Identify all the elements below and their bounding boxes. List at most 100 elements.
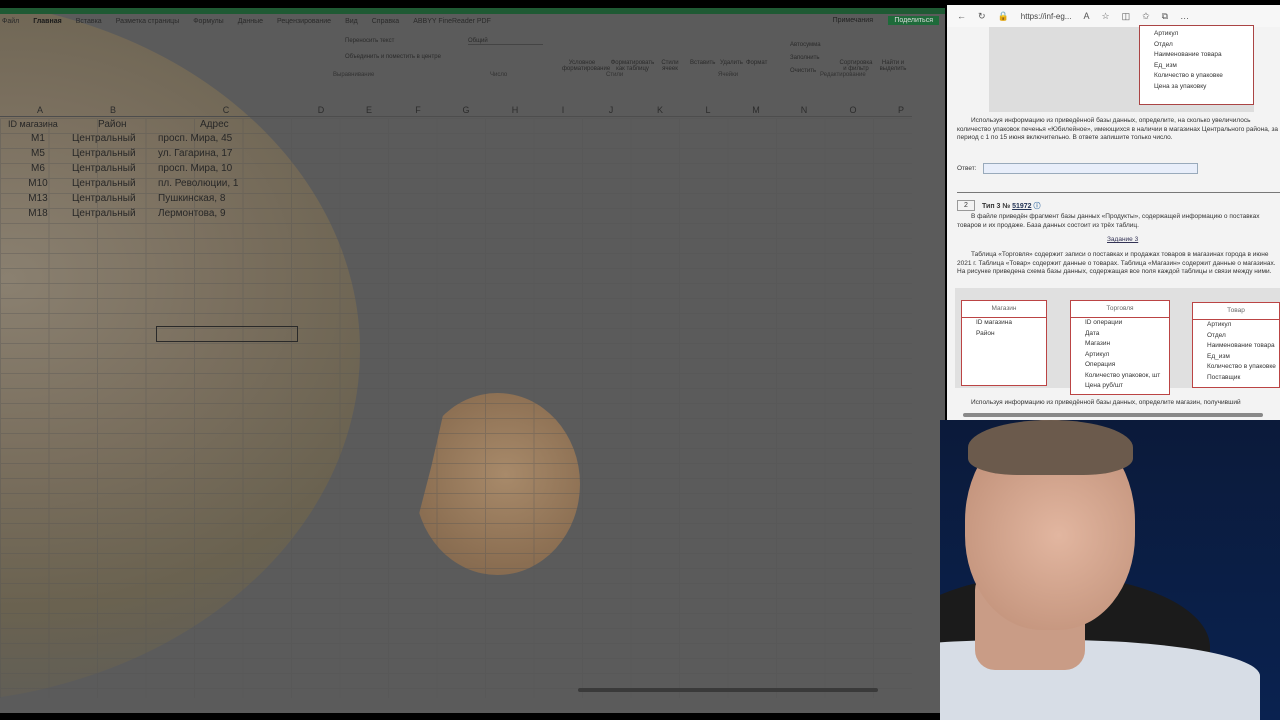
- more-icon[interactable]: …: [1180, 11, 1189, 21]
- table-cell: M5: [31, 148, 45, 159]
- answer-input[interactable]: [983, 163, 1198, 174]
- webcam-overlay: [940, 420, 1280, 720]
- schema-table: Торговля ID операции Дата Магазин Артикул Опе…: [1070, 300, 1170, 395]
- read-aloud-icon[interactable]: A: [1083, 11, 1089, 21]
- table-cell: Центральный: [72, 163, 136, 174]
- cell-grid[interactable]: [0, 118, 912, 698]
- table-cell: Центральный: [72, 193, 136, 204]
- address-bar[interactable]: https://inf-eg...: [1021, 12, 1072, 21]
- column-header[interactable]: H: [512, 105, 519, 115]
- cell-styles-button[interactable]: Стили ячеек: [658, 60, 682, 72]
- ribbon-tab[interactable]: Главная: [33, 18, 61, 25]
- ribbon-tab[interactable]: Разметка страницы: [116, 18, 180, 25]
- task-number: 2: [957, 200, 975, 211]
- favorite-icon[interactable]: ☆: [1101, 11, 1109, 22]
- notes-button[interactable]: Примечания: [833, 17, 873, 24]
- lock-icon: 🔒: [997, 10, 1009, 21]
- column-header[interactable]: G: [462, 105, 469, 115]
- group-styles: Стили: [606, 72, 624, 78]
- insert-button[interactable]: Вставить: [690, 60, 715, 66]
- ribbon-tab[interactable]: ABBYY FineReader PDF: [413, 18, 491, 25]
- schema-diagram: Магазин ID магазина Район Торговля ID операц…: [955, 288, 1280, 395]
- column-header[interactable]: F: [415, 105, 421, 115]
- column-headers: A B C D E F G H I J K L M N O P: [0, 105, 912, 117]
- schema-field: Артикул: [1085, 350, 1110, 358]
- schema-field: Количество в упаковке: [1154, 72, 1223, 79]
- sort-filter-button[interactable]: Сортировка и фильтр: [838, 60, 874, 72]
- info-icon[interactable]: ⓘ: [1034, 203, 1041, 210]
- ribbon-tab[interactable]: Справка: [372, 18, 399, 25]
- column-header[interactable]: O: [849, 105, 856, 115]
- back-icon[interactable]: ←: [957, 11, 966, 21]
- answer-label: Ответ:: [957, 165, 977, 172]
- column-header[interactable]: B: [110, 105, 116, 115]
- ribbon-tab[interactable]: Вставка: [76, 18, 102, 25]
- ribbon-tab[interactable]: Вид: [345, 18, 358, 25]
- autosum-button[interactable]: Автосумма: [790, 42, 821, 48]
- table-header: Район: [98, 119, 127, 130]
- question-2-text: Используя информацию из приведённой базы…: [971, 399, 1241, 406]
- ribbon-tab[interactable]: Файл: [2, 18, 19, 25]
- table-cell: Центральный: [72, 133, 136, 144]
- schema-field: ID магазина: [976, 319, 1012, 326]
- format-table-button[interactable]: Форматировать как таблицу: [610, 60, 655, 72]
- column-header[interactable]: D: [318, 105, 325, 115]
- wrap-text-button[interactable]: Переносить текст: [345, 38, 394, 44]
- merge-center-button[interactable]: Объединить и поместить в центре: [345, 54, 441, 60]
- delete-button[interactable]: Удалить: [720, 60, 743, 66]
- table-cell: Центральный: [72, 148, 136, 159]
- schema-field: ID операции: [1085, 319, 1123, 326]
- schema-table: Товар Артикул Отдел Наименование товара Ед_и…: [1192, 302, 1280, 388]
- find-select-button[interactable]: Найти и выделить: [876, 60, 910, 72]
- split-icon[interactable]: ◫: [1122, 11, 1131, 22]
- schema-field: Операция: [1085, 361, 1116, 368]
- browser-toolbar: ← ↻ 🔒 https://inf-eg... A ☆ ◫ ✩ ⧉ …: [947, 5, 1280, 27]
- column-header[interactable]: C: [223, 105, 230, 115]
- table-cell: просп. Мира, 45: [158, 133, 233, 144]
- collections-icon[interactable]: ⧉: [1162, 11, 1168, 22]
- group-alignment: Выравнивание: [333, 72, 375, 78]
- refresh-icon[interactable]: ↻: [978, 11, 986, 22]
- ribbon-tab[interactable]: Данные: [238, 18, 263, 25]
- table-cell: M6: [31, 163, 45, 174]
- schema-field: Наименование товара: [1154, 51, 1222, 58]
- task-intro: В файле приведён фрагмент базы данных «П…: [957, 213, 1260, 229]
- browser-window: ← ↻ 🔒 https://inf-eg... A ☆ ◫ ✩ ⧉ … Арти…: [947, 5, 1280, 420]
- schema-field: Количество в упаковке: [1207, 363, 1276, 370]
- conditional-format-button[interactable]: Условное форматирование: [562, 60, 610, 72]
- column-header[interactable]: P: [898, 105, 904, 115]
- column-header[interactable]: A: [37, 105, 43, 115]
- excel-window: Файл Главная Вставка Разметка страницы Форму…: [0, 8, 945, 713]
- column-header[interactable]: N: [801, 105, 808, 115]
- browser-horizontal-scrollbar[interactable]: [963, 413, 1263, 417]
- column-header[interactable]: I: [562, 105, 565, 115]
- schema-field: Артикул: [1207, 321, 1232, 328]
- table-cell: M1: [31, 133, 45, 144]
- table-cell: Пушкинская, 8: [158, 193, 226, 204]
- favorites-icon[interactable]: ✩: [1142, 11, 1150, 22]
- column-header[interactable]: M: [752, 105, 760, 115]
- column-header[interactable]: E: [366, 105, 372, 115]
- column-header[interactable]: K: [657, 105, 663, 115]
- format-button[interactable]: Формат: [746, 60, 767, 66]
- fill-button[interactable]: Заполнить: [790, 55, 819, 61]
- question-1-text: Используя информацию из приведённой базы…: [957, 117, 1279, 141]
- column-header[interactable]: L: [705, 105, 710, 115]
- zadanie-link[interactable]: Задание 3: [1107, 236, 1138, 243]
- ribbon-tab[interactable]: Рецензирование: [277, 18, 331, 25]
- schema-field: Цена руб/шт: [1085, 382, 1124, 389]
- share-button[interactable]: Поделиться: [888, 16, 939, 25]
- column-header[interactable]: J: [609, 105, 614, 115]
- number-format-select[interactable]: Общий: [468, 38, 543, 45]
- schema-image-top: Артикул Отдел Наименование товара Ед_изм Кол…: [989, 25, 1254, 112]
- clear-button[interactable]: Очистить: [790, 68, 816, 74]
- ribbon-tab[interactable]: Формулы: [193, 18, 223, 25]
- horizontal-scrollbar[interactable]: [578, 688, 878, 692]
- schema-field: Количество упаковок, шт: [1085, 371, 1161, 379]
- selected-cell[interactable]: [156, 326, 298, 342]
- task-id-link[interactable]: 51972: [1012, 203, 1031, 210]
- table-cell: ул. Гагарина, 17: [158, 148, 233, 159]
- table-cell: M10: [28, 178, 48, 189]
- task-type: Тип 3 №: [982, 203, 1011, 210]
- group-editing: Редактирование: [820, 72, 866, 78]
